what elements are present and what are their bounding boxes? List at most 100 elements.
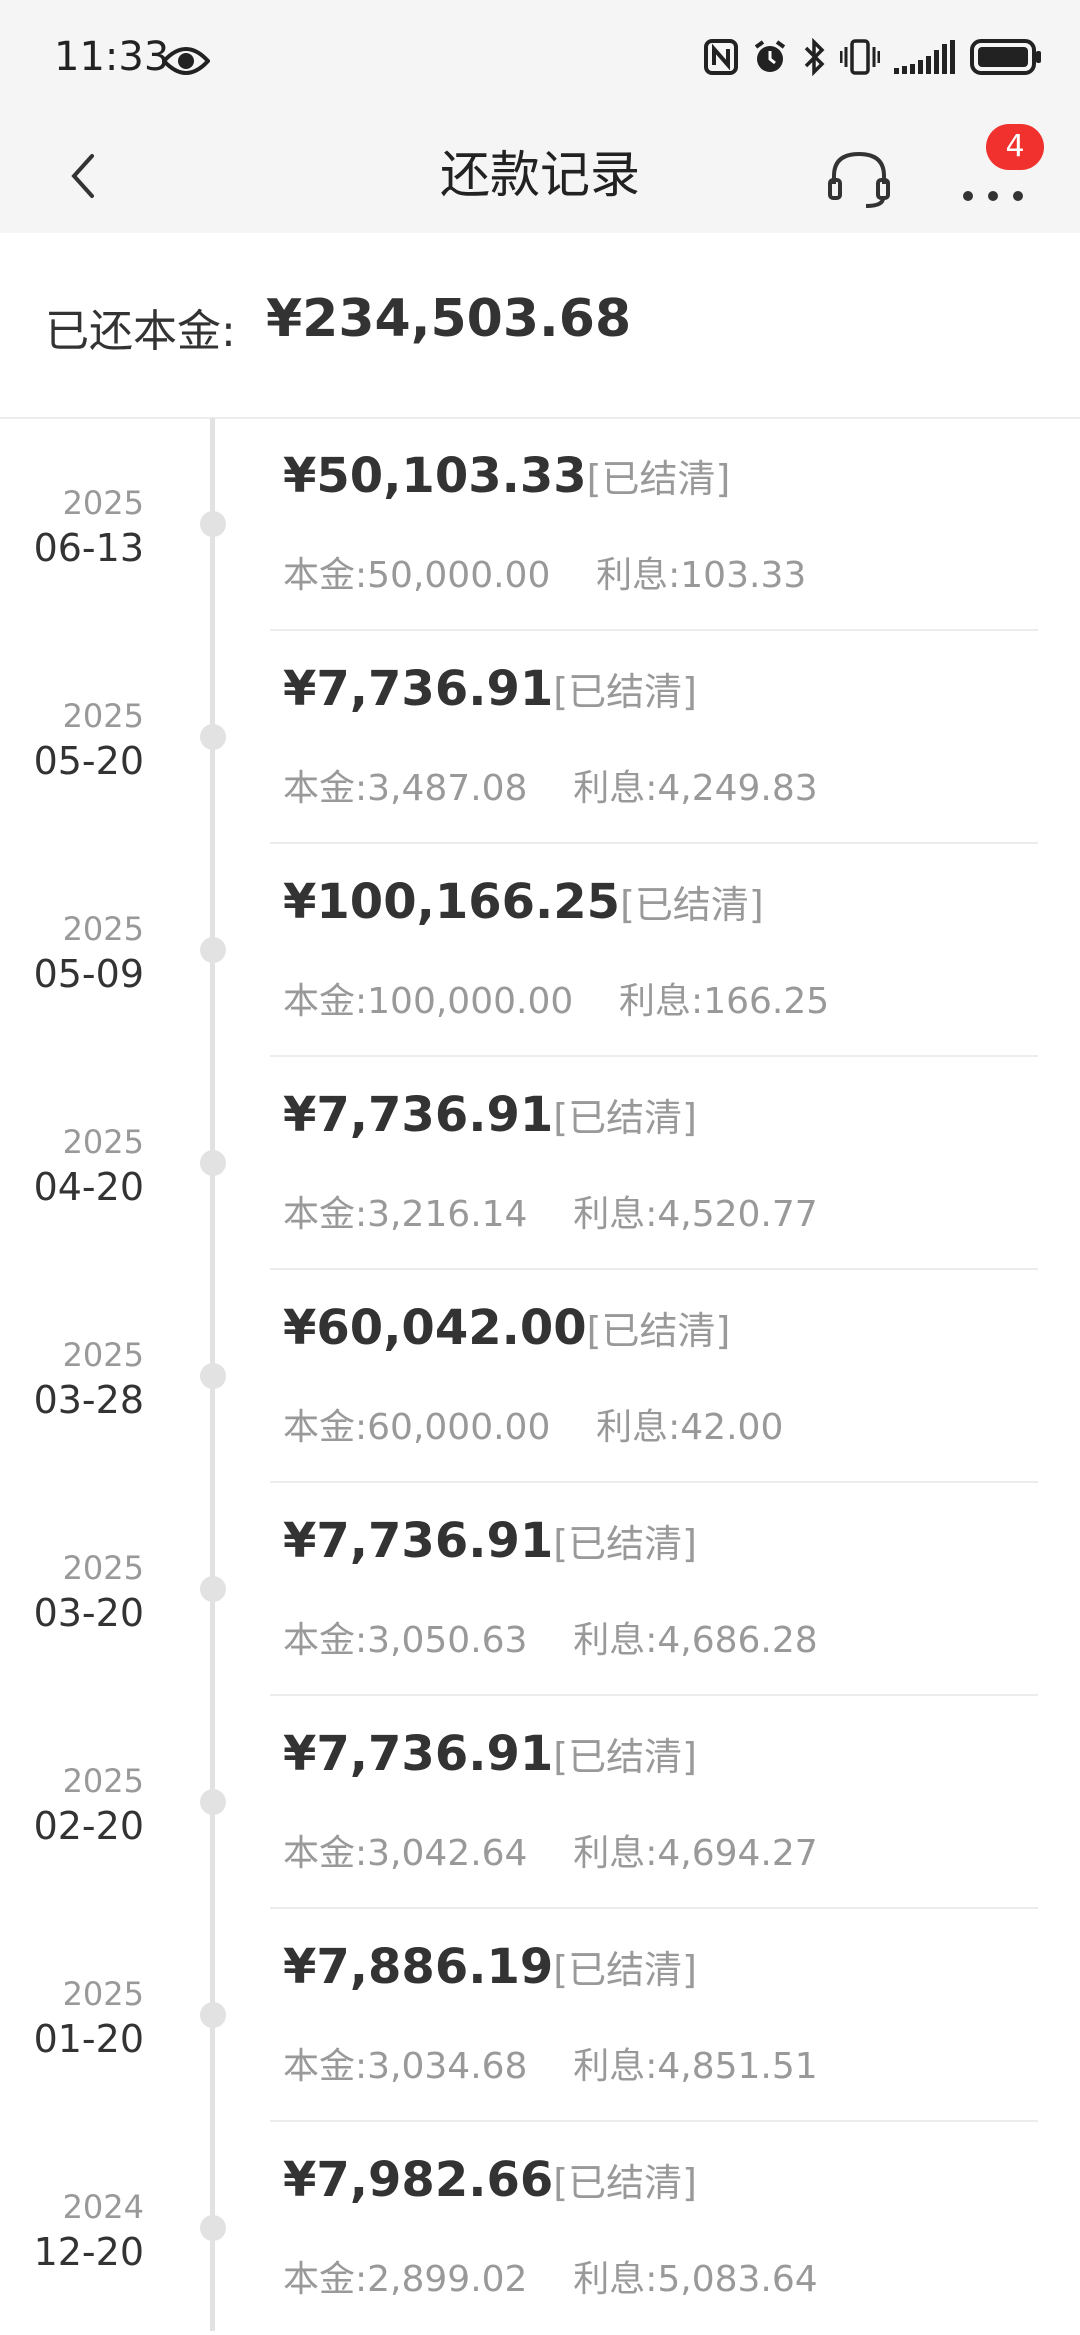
repayment-record[interactable]: 2025 05-09 ¥100,166.25[已结清] 本金:100,000.00 利… [0, 844, 1080, 1057]
nav-bar: 还款记录 4 [0, 120, 1080, 233]
record-amount-line: ¥100,166.25[已结清] [283, 874, 764, 930]
record-detail: 本金:3,216.14 利息:4,520.77 [283, 1185, 818, 1237]
summary-value: ¥234,503.68 [266, 289, 632, 349]
timeline-dot [200, 1576, 226, 1602]
record-amount-line: ¥60,042.00[已结清] [283, 1300, 730, 1356]
repayment-record[interactable]: 2025 03-28 ¥60,042.00[已结清] 本金:60,000.00 利息:… [0, 1270, 1080, 1483]
principal-label: 本金: [283, 1407, 368, 1448]
alarm-icon [754, 40, 786, 72]
principal-label: 本金: [283, 768, 368, 809]
record-detail: 本金:60,000.00 利息:42.00 [283, 1398, 783, 1450]
timeline-dot [200, 511, 226, 537]
interest-value: 42.00 [680, 1407, 784, 1448]
record-detail: 本金:3,487.08 利息:4,249.83 [283, 759, 818, 811]
record-amount-line: ¥7,736.91[已结清] [283, 661, 697, 717]
record-detail: 本金:3,034.68 利息:4,851.51 [283, 2037, 818, 2089]
interest-label: 利息: [573, 768, 658, 809]
headset-icon[interactable] [826, 146, 892, 212]
record-amount-line: ¥7,736.91[已结清] [283, 1087, 697, 1143]
record-date: 05-20 [33, 739, 144, 783]
nfc-icon [704, 39, 738, 75]
status-icons [704, 38, 1042, 76]
signal-icon [894, 40, 955, 74]
repayment-record[interactable]: 2025 04-20 ¥7,736.91[已结清] 本金:3,216.14 利息:4,… [0, 1057, 1080, 1270]
notification-badge: 4 [986, 124, 1044, 170]
principal-label: 本金: [283, 555, 368, 596]
detail-spacer [550, 555, 596, 596]
record-year: 2025 [62, 484, 144, 522]
timeline-dot [200, 2215, 226, 2241]
timeline-dot [200, 1789, 226, 1815]
record-status: [已结清] [553, 1735, 697, 1779]
detail-spacer [527, 2259, 573, 2300]
detail-spacer [527, 2046, 573, 2087]
record-status: [已结清] [553, 2161, 697, 2205]
record-status: [已结清] [553, 1096, 697, 1140]
record-date: 05-09 [33, 952, 144, 996]
record-detail: 本金:50,000.00 利息:103.33 [283, 546, 806, 598]
repayment-record[interactable]: 2025 05-20 ¥7,736.91[已结清] 本金:3,487.08 利息:4,… [0, 631, 1080, 844]
interest-value: 4,249.83 [657, 768, 818, 809]
summary-label: 已还本金: [45, 306, 236, 357]
interest-value: 4,851.51 [657, 2046, 818, 2087]
record-year: 2025 [62, 697, 144, 735]
record-amount: ¥7,736.91 [283, 661, 554, 717]
detail-spacer [527, 1194, 573, 1235]
repayment-record[interactable]: 2025 06-13 ¥50,103.33[已结清] 本金:50,000.00 利息:… [0, 418, 1080, 631]
interest-label: 利息: [596, 555, 681, 596]
record-amount: ¥7,736.91 [283, 1087, 554, 1143]
repayment-record[interactable]: 2025 01-20 ¥7,886.19[已结清] 本金:3,034.68 利息:4,… [0, 1909, 1080, 2122]
record-year: 2024 [62, 2188, 144, 2226]
principal-value: 100,000.00 [367, 981, 574, 1022]
interest-value: 166.25 [703, 981, 830, 1022]
principal-label: 本金: [283, 981, 368, 1022]
timeline-dot [200, 1363, 226, 1389]
vibrate-icon [840, 39, 880, 75]
record-date: 12-20 [33, 2230, 144, 2274]
record-amount: ¥100,166.25 [283, 874, 621, 930]
record-amount: ¥7,736.91 [283, 1513, 554, 1569]
record-amount-line: ¥7,736.91[已结清] [283, 1726, 697, 1782]
repayment-record[interactable]: 2025 02-20 ¥7,736.91[已结清] 本金:3,042.64 利息:4,… [0, 1696, 1080, 1909]
record-date: 04-20 [33, 1165, 144, 1209]
interest-label: 利息: [596, 1407, 681, 1448]
record-status: [已结清] [620, 883, 764, 927]
principal-value: 50,000.00 [367, 555, 551, 596]
timeline-dot [200, 937, 226, 963]
interest-label: 利息: [573, 2046, 658, 2087]
record-amount-line: ¥7,736.91[已结清] [283, 1513, 697, 1569]
principal-value: 3,487.08 [367, 768, 528, 809]
interest-label: 利息: [573, 1833, 658, 1874]
detail-spacer [527, 1620, 573, 1661]
interest-value: 103.33 [680, 555, 807, 596]
repayment-record[interactable]: 2024 12-20 ¥7,982.66[已结清] 本金:2,899.02 利息:5,… [0, 2122, 1080, 2335]
principal-label: 本金: [283, 1833, 368, 1874]
principal-value: 3,034.68 [367, 2046, 528, 2087]
record-amount: ¥60,042.00 [283, 1300, 587, 1356]
timeline-dot [200, 2002, 226, 2028]
principal-label: 本金: [283, 2259, 368, 2300]
detail-spacer [550, 1407, 596, 1448]
interest-label: 利息: [573, 2259, 658, 2300]
principal-value: 3,050.63 [367, 1620, 528, 1661]
status-bar: 11:33 [0, 0, 1080, 120]
record-status: [已结清] [553, 1948, 697, 1992]
record-year: 2025 [62, 1762, 144, 1800]
detail-spacer [573, 981, 619, 1022]
record-detail: 本金:2,899.02 利息:5,083.64 [283, 2250, 818, 2302]
record-year: 2025 [62, 910, 144, 948]
interest-label: 利息: [573, 1620, 658, 1661]
bluetooth-icon [804, 38, 825, 76]
record-status: [已结清] [553, 1522, 697, 1566]
record-date: 03-20 [33, 1591, 144, 1635]
record-date: 02-20 [33, 1804, 144, 1848]
repayment-record[interactable]: 2025 03-20 ¥7,736.91[已结清] 本金:3,050.63 利息:4,… [0, 1483, 1080, 1696]
page-title: 还款记录 [440, 146, 640, 204]
record-amount-line: ¥7,886.19[已结清] [283, 1939, 697, 1995]
record-status: [已结清] [586, 1309, 731, 1353]
record-year: 2025 [62, 1336, 144, 1374]
eye-icon [162, 47, 210, 75]
principal-label: 本金: [283, 1620, 368, 1661]
interest-value: 4,686.28 [657, 1620, 818, 1661]
detail-spacer [527, 1833, 573, 1874]
